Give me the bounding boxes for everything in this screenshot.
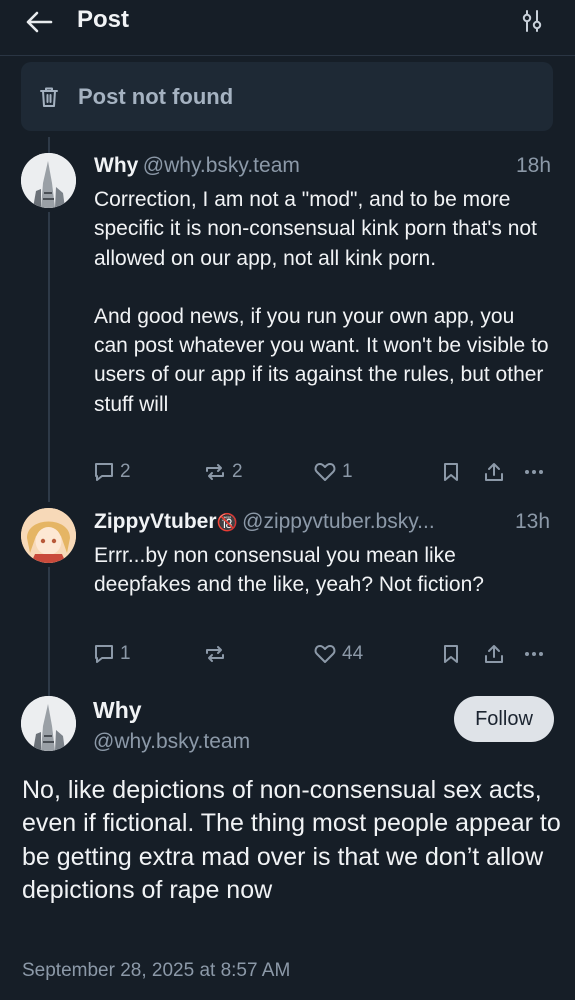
post-actions: 1 44 [93, 639, 553, 669]
author-name[interactable]: ZippyVtuber [94, 510, 217, 533]
like-button[interactable]: 1 [313, 457, 353, 487]
trash-icon [40, 87, 58, 107]
more-options-button[interactable] [523, 639, 545, 669]
page-title: Post [77, 6, 130, 33]
bookmark-button[interactable] [441, 639, 461, 669]
avatar[interactable] [21, 696, 76, 751]
top-bar: Post [0, 0, 575, 56]
share-icon [485, 645, 503, 663]
author-handle[interactable]: @zippyvtuber.bsky... [242, 510, 435, 533]
post-text: Errr...by non consensual you mean like d… [94, 541, 534, 600]
thread-line [48, 567, 50, 697]
post-time: 13h [515, 510, 551, 533]
follow-button[interactable]: Follow [454, 696, 554, 742]
like-count: 1 [342, 461, 353, 482]
post-time: 18h [516, 154, 552, 177]
reply-count: 2 [120, 461, 131, 482]
reply-author: ZippyVtuber🔞 @zippyvtuber.bsky... [94, 510, 435, 534]
share-button[interactable] [483, 457, 505, 487]
repost-button[interactable] [203, 639, 232, 669]
adult-content-badge-icon: 🔞 [216, 513, 238, 532]
post-paragraph: Errr...by non consensual you mean like d… [94, 544, 484, 597]
sliders-icon[interactable] [521, 9, 543, 33]
share-button[interactable] [483, 639, 505, 669]
avatar[interactable] [21, 508, 76, 563]
comment-icon [95, 463, 113, 481]
main-post-text: No, like depictions of non-consensual se… [22, 776, 561, 905]
avatar-image [21, 153, 76, 208]
bookmark-icon [444, 645, 458, 663]
repost-icon [206, 464, 224, 480]
heart-icon [314, 645, 336, 663]
thread-line [48, 212, 50, 502]
post-actions: 2 2 1 [93, 457, 553, 487]
thread-line [48, 137, 50, 153]
heart-icon [314, 463, 336, 481]
repost-icon [206, 646, 224, 662]
share-icon [485, 463, 503, 481]
author-handle[interactable]: @why.bsky.team [93, 730, 250, 754]
avatar[interactable] [21, 153, 76, 208]
arrow-left-icon[interactable] [24, 8, 54, 36]
post-date: September 28, 2025 at 8:57 AM [22, 960, 291, 981]
reply-button[interactable]: 2 [93, 457, 131, 487]
ellipsis-icon [525, 652, 543, 656]
reply-author: Why @why.bsky.team [94, 154, 300, 178]
post-not-found-card: Post not found [21, 62, 553, 131]
post-not-found-text: Post not found [78, 84, 234, 109]
reply-button[interactable]: 1 [93, 639, 131, 669]
like-count: 44 [342, 643, 364, 664]
like-button[interactable]: 44 [313, 639, 363, 669]
post-paragraph: Correction, I am not a "mod", and to be … [94, 188, 537, 270]
ellipsis-icon [525, 470, 543, 474]
author-name[interactable]: Why [93, 697, 142, 724]
author-name[interactable]: Why [94, 154, 138, 177]
author-handle[interactable]: @why.bsky.team [143, 154, 300, 177]
bookmark-button[interactable] [441, 457, 461, 487]
more-options-button[interactable] [523, 457, 545, 487]
post-paragraph: And good news, if you run your own app, … [94, 304, 549, 416]
bookmark-icon [444, 463, 458, 481]
repost-count: 2 [232, 461, 243, 482]
avatar-image [21, 696, 76, 751]
comment-icon [95, 645, 113, 663]
post-text: Correction, I am not a "mod", and to be … [94, 185, 550, 419]
repost-button[interactable]: 2 [203, 457, 243, 487]
avatar-image [21, 508, 76, 563]
reply-count: 1 [120, 643, 131, 664]
